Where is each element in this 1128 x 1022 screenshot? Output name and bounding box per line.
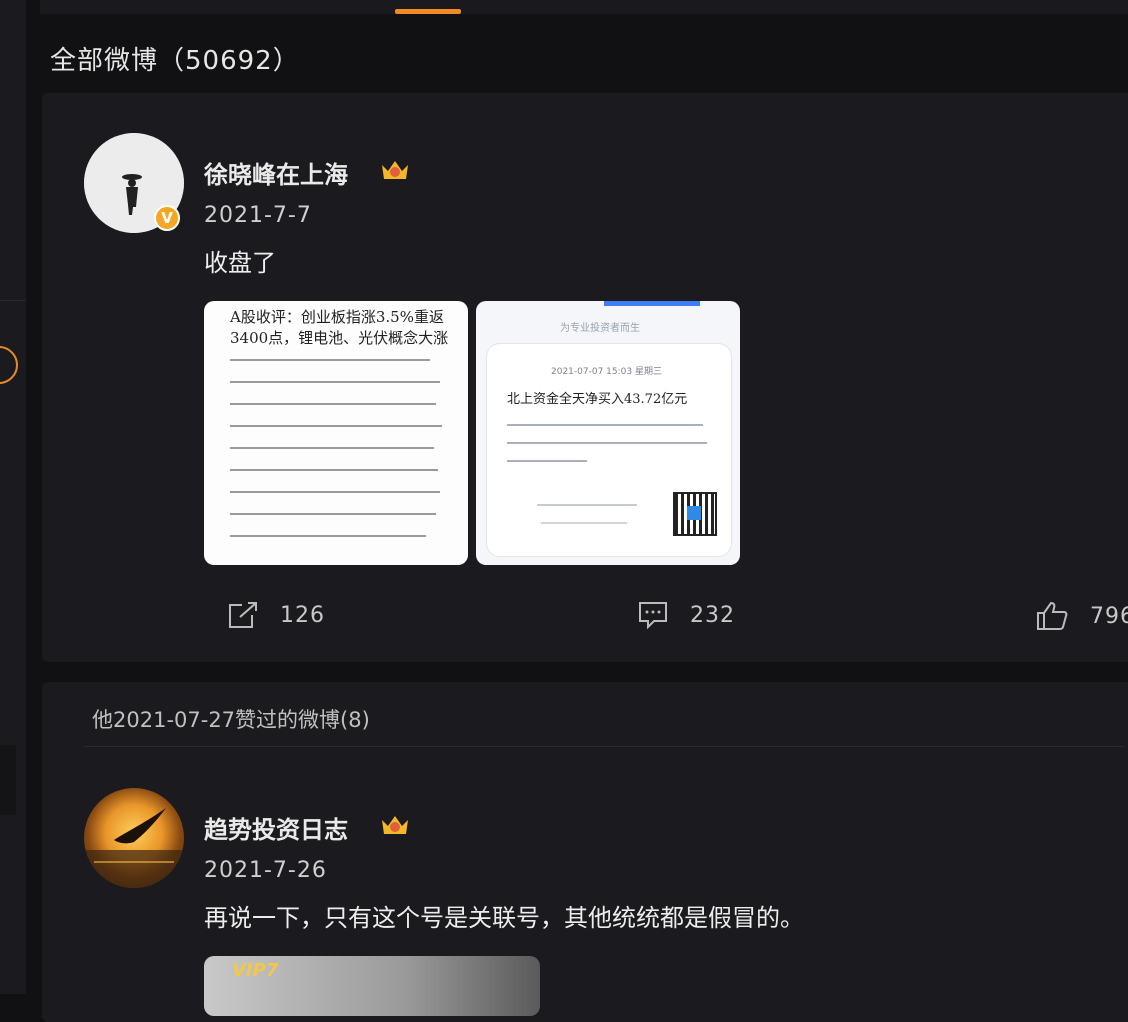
- vip-crown-icon: [382, 816, 408, 834]
- username[interactable]: 趋势投资日志: [204, 810, 348, 845]
- app-header-bar: [604, 301, 700, 306]
- text-line: [507, 442, 707, 444]
- avatar[interactable]: V: [84, 133, 184, 233]
- text-line: [230, 359, 430, 361]
- like-button[interactable]: 796: [1036, 601, 1128, 631]
- post-date[interactable]: 2021-7-26: [204, 858, 327, 883]
- top-tab-bar: [40, 0, 1128, 14]
- repost-count: 126: [280, 602, 325, 628]
- post-image-preview[interactable]: VIP7: [204, 956, 540, 1016]
- left-sidebar-divider: [0, 300, 26, 301]
- text-line: [507, 424, 703, 426]
- news-card: 2021-07-07 15:03 星期三 北上资金全天净买入43.72亿元: [486, 343, 732, 557]
- text-line: [230, 513, 436, 515]
- active-tab-indicator: [395, 9, 461, 14]
- post-image-1[interactable]: A股收评：创业板指涨3.5%重返3400点，锂电池、光伏概念大涨: [204, 301, 468, 565]
- vip-crown-icon: [382, 161, 408, 179]
- text-line: [230, 403, 436, 405]
- comment-button[interactable]: 232: [638, 601, 735, 629]
- post-date[interactable]: 2021-7-7: [204, 203, 312, 228]
- username[interactable]: 徐晓峰在上海: [204, 155, 348, 190]
- text-line: [537, 504, 637, 506]
- comment-icon: [639, 602, 667, 629]
- text-line: [230, 447, 434, 449]
- post-content: 再说一下，只有这个号是关联号，其他统统都是假冒的。: [204, 904, 804, 932]
- text-line: [507, 460, 587, 462]
- post-card: V 徐晓峰在上海 2021-7-7 收盘了 A股收评：创业板指涨3.5%重返34…: [42, 93, 1128, 662]
- text-line: [230, 491, 440, 493]
- news-headline: 北上资金全天净买入43.72亿元: [507, 392, 688, 407]
- comment-count: 232: [690, 602, 735, 628]
- liked-posts-card: 他2021-07-27赞过的微博(8) 趋势投资日志 2021-7-26 再说一…: [42, 682, 1128, 1022]
- thumbs-up-icon: [1037, 601, 1068, 630]
- verified-badge: V: [154, 205, 180, 231]
- avatar[interactable]: [84, 788, 184, 888]
- divider: [84, 746, 1124, 747]
- text-line: [230, 535, 426, 537]
- repost-icon: [229, 602, 257, 628]
- text-line: [230, 425, 442, 427]
- text-line: [230, 469, 438, 471]
- vip-label: VIP7: [232, 960, 279, 981]
- qr-code: [673, 492, 717, 536]
- news-date: 2021-07-07 15:03 星期三: [551, 367, 662, 377]
- text-line: [230, 381, 440, 383]
- app-slogan: 为专业投资者而生: [560, 323, 640, 334]
- left-sidebar-block: [0, 745, 16, 815]
- like-count: 796: [1090, 603, 1128, 629]
- left-sidebar-strip: [0, 0, 26, 994]
- liked-section-title: 他2021-07-27赞过的微博(8): [92, 708, 370, 732]
- article-headline: A股收评：创业板指涨3.5%重返3400点，锂电池、光伏概念大涨: [230, 308, 449, 347]
- post-content: 收盘了: [204, 249, 276, 277]
- text-line: [541, 522, 627, 524]
- repost-button[interactable]: 126: [228, 601, 325, 629]
- post-image-2[interactable]: 为专业投资者而生 2021-07-07 15:03 星期三 北上资金全天净买入4…: [476, 301, 740, 565]
- section-title: 全部微博（50692）: [50, 46, 300, 76]
